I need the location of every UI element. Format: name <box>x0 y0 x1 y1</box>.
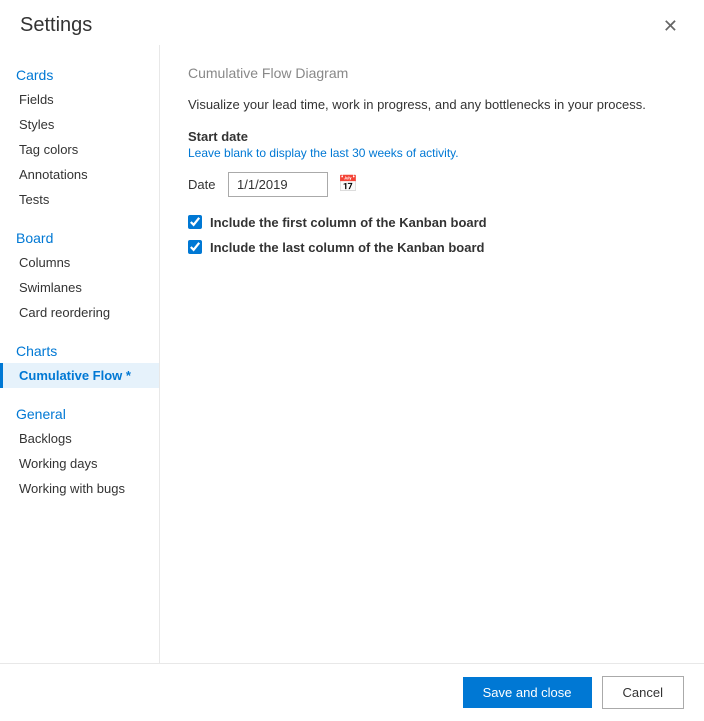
date-field-label: Date <box>188 177 218 192</box>
checkbox-row-last-column: Include the last column of the Kanban bo… <box>188 240 676 255</box>
sidebar-section-board[interactable]: Board <box>0 220 159 250</box>
sidebar-section-general[interactable]: General <box>0 396 159 426</box>
sidebar-item-styles[interactable]: Styles <box>0 112 159 137</box>
dialog-header: Settings ✕ <box>0 0 704 45</box>
dialog-body: Cards Fields Styles Tag colors Annotatio… <box>0 45 704 663</box>
sidebar-item-tests[interactable]: Tests <box>0 187 159 212</box>
calendar-icon[interactable]: 📅 <box>338 174 358 194</box>
sidebar-item-working-with-bugs[interactable]: Working with bugs <box>0 476 159 501</box>
close-button[interactable]: ✕ <box>657 15 684 37</box>
sidebar-item-working-days[interactable]: Working days <box>0 451 159 476</box>
sidebar-item-swimlanes[interactable]: Swimlanes <box>0 275 159 300</box>
description-text: Visualize your lead time, work in progre… <box>188 97 646 112</box>
sidebar-item-columns[interactable]: Columns <box>0 250 159 275</box>
last-column-label[interactable]: Include the last column of the Kanban bo… <box>210 240 484 255</box>
sidebar-section-cards[interactable]: Cards <box>0 57 159 87</box>
dialog-footer: Save and close Cancel <box>0 663 704 721</box>
start-date-hint: Leave blank to display the last 30 weeks… <box>188 146 676 160</box>
checkbox-row-first-column: Include the first column of the Kanban b… <box>188 215 676 230</box>
date-input[interactable] <box>228 172 328 197</box>
sidebar-item-cumulative-flow[interactable]: Cumulative Flow * <box>0 363 159 388</box>
dialog-title: Settings <box>20 14 92 37</box>
sidebar-item-annotations[interactable]: Annotations <box>0 162 159 187</box>
main-content: Cumulative Flow Diagram Visualize your l… <box>160 45 704 663</box>
settings-dialog: Settings ✕ Cards Fields Styles Tag color… <box>0 0 704 721</box>
save-and-close-button[interactable]: Save and close <box>463 677 592 708</box>
first-column-checkbox[interactable] <box>188 215 202 229</box>
section-title: Cumulative Flow Diagram <box>188 65 676 81</box>
sidebar-item-card-reordering[interactable]: Card reordering <box>0 300 159 325</box>
last-column-checkbox[interactable] <box>188 240 202 254</box>
date-row: Date 📅 <box>188 172 676 197</box>
sidebar: Cards Fields Styles Tag colors Annotatio… <box>0 45 160 663</box>
sidebar-item-backlogs[interactable]: Backlogs <box>0 426 159 451</box>
sidebar-item-tag-colors[interactable]: Tag colors <box>0 137 159 162</box>
start-date-label: Start date <box>188 129 676 144</box>
sidebar-section-charts[interactable]: Charts <box>0 333 159 363</box>
first-column-label[interactable]: Include the first column of the Kanban b… <box>210 215 487 230</box>
sidebar-item-fields[interactable]: Fields <box>0 87 159 112</box>
description: Visualize your lead time, work in progre… <box>188 95 676 115</box>
cancel-button[interactable]: Cancel <box>602 676 684 709</box>
